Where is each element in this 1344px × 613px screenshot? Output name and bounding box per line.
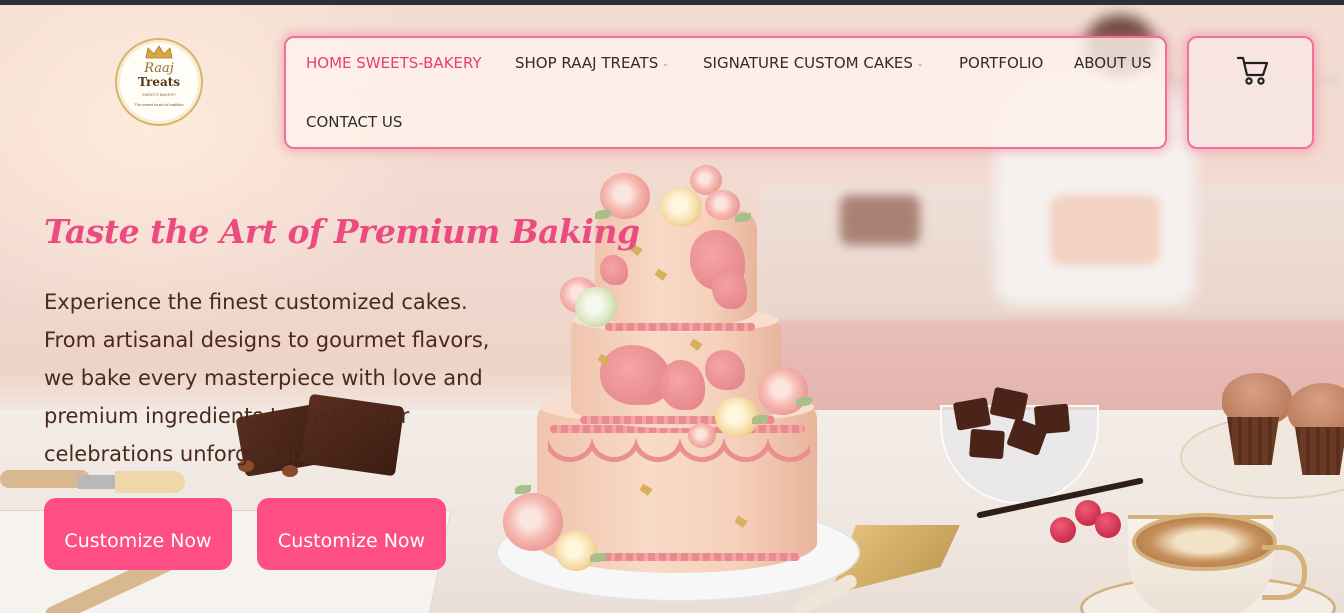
logo-tagline: The sweet touch of tradition [134, 102, 184, 107]
nav-contact-us[interactable]: CONTACT US [306, 113, 402, 131]
raaj-treats-logo[interactable]: Raaj Treats SWEETS BAKERY The sweet touc… [115, 38, 203, 126]
crown-icon [145, 45, 173, 59]
logo-text-treats: Treats [137, 75, 181, 89]
customize-now-button-2[interactable]: Customize Now [257, 498, 446, 570]
chevron-down-icon: ⌄ [916, 59, 924, 68]
nav-signature-label: SIGNATURE CUSTOM CAKES [703, 54, 913, 72]
cart-button[interactable] [1187, 36, 1314, 149]
logo-text-raaj: Raaj [144, 61, 174, 76]
nav-signature-custom-cakes[interactable]: SIGNATURE CUSTOM CAKES ⌄ [703, 54, 924, 72]
nav-home-sweets-bakery[interactable]: HOME SWEETS-BAKERY [306, 54, 482, 72]
nav-about-us[interactable]: ABOUT US [1074, 54, 1152, 72]
nav-shop-raaj-treats[interactable]: SHOP RAAJ TREATS ⌄ [515, 54, 669, 72]
chevron-down-icon: ⌄ [662, 59, 669, 68]
shopping-cart-icon [1236, 56, 1269, 85]
background-cake-dark [840, 195, 920, 245]
raspberry [1050, 517, 1076, 543]
hero-headline: Taste the Art of Premium Baking [44, 212, 640, 251]
hero-description: Experience the finest customized cakes. … [44, 290, 490, 466]
customize-now-button[interactable]: Customize Now [44, 498, 232, 570]
main-navigation: HOME SWEETS-BAKERY SHOP RAAJ TREATS ⌄ SIG… [284, 36, 1167, 149]
cake-drape-piping [548, 435, 810, 475]
nav-shop-label: SHOP RAAJ TREATS [515, 54, 659, 72]
logo-text-sub: SWEETS BAKERY [141, 92, 177, 97]
raspberry [1095, 512, 1121, 538]
background-cake [1050, 195, 1160, 265]
nav-portfolio[interactable]: PORTFOLIO [959, 54, 1043, 72]
